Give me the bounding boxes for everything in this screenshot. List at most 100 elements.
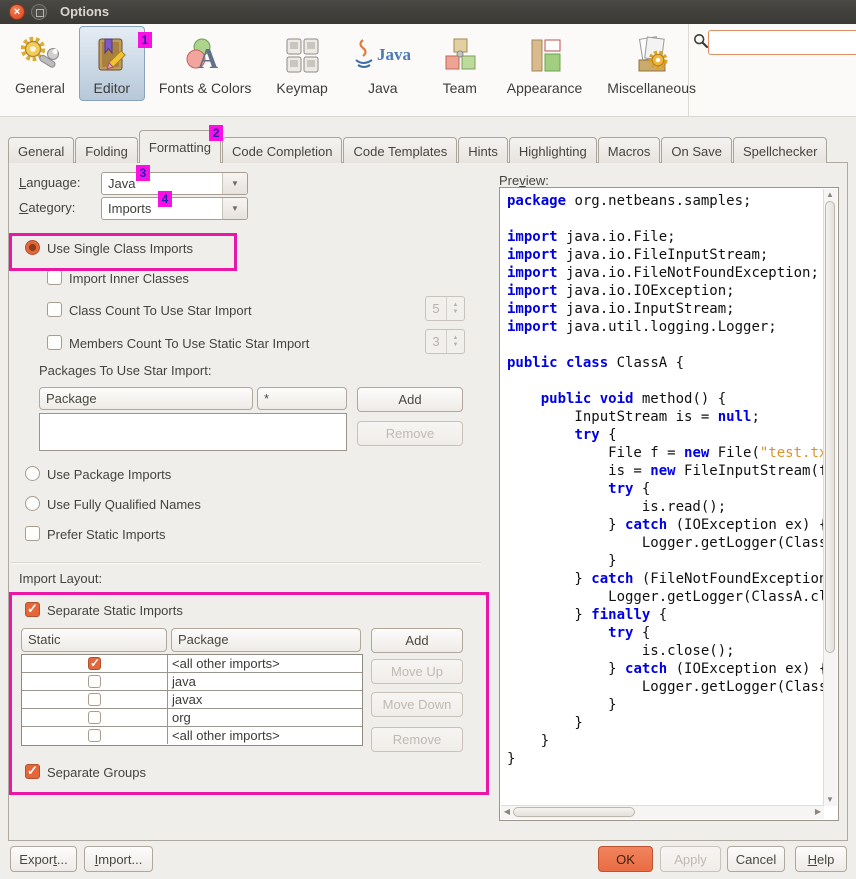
packages-remove-button[interactable]: Remove: [357, 421, 463, 446]
spinner-arrows-icon[interactable]: ▲▼: [446, 297, 464, 320]
use-single-class-imports-radio[interactable]: [25, 240, 40, 255]
tab-spellchecker[interactable]: Spellchecker: [733, 137, 827, 163]
tab-label: On Save: [671, 144, 722, 159]
package-cell: java: [168, 673, 362, 690]
layout-add-button[interactable]: Add: [371, 628, 463, 653]
layout-remove-button[interactable]: Remove: [371, 727, 463, 752]
vertical-scrollbar[interactable]: ▲ ▼: [823, 189, 837, 806]
toolbar-item-label: Keymap: [276, 80, 327, 96]
tab-label: Folding: [85, 144, 128, 159]
appearance-icon: [523, 33, 567, 79]
export-button[interactable]: Export...: [10, 846, 77, 872]
vertical-scrollbar-thumb[interactable]: [825, 201, 835, 653]
language-select[interactable]: Java ▼: [101, 172, 248, 195]
scroll-right-icon[interactable]: ▶: [812, 806, 824, 818]
svg-text:Java: Java: [377, 45, 412, 64]
class-count-checkbox[interactable]: [47, 302, 62, 317]
row-static-checkbox[interactable]: [88, 711, 101, 724]
preview-label: Preview:: [499, 173, 549, 188]
tab-macros[interactable]: Macros: [598, 137, 661, 163]
table-row[interactable]: <all other imports>: [22, 655, 362, 673]
scroll-up-icon[interactable]: ▲: [824, 189, 836, 201]
separate-static-imports-checkbox[interactable]: [25, 602, 40, 617]
code-line: try {: [507, 624, 824, 642]
import-inner-classes-checkbox[interactable]: [47, 270, 62, 285]
import-inner-classes-label: Import Inner Classes: [69, 271, 189, 286]
tab-highlighting[interactable]: Highlighting: [509, 137, 597, 163]
static-column-header[interactable]: Static: [21, 628, 167, 652]
members-count-checkbox[interactable]: [47, 335, 62, 350]
tab-label: Highlighting: [519, 144, 587, 159]
move-up-button[interactable]: Move Up: [371, 659, 463, 684]
search-input[interactable]: [708, 30, 856, 55]
window-close-button[interactable]: ×: [9, 4, 25, 20]
row-static-checkbox[interactable]: [88, 675, 101, 688]
table-row[interactable]: org: [22, 709, 362, 727]
import-button[interactable]: Import...: [84, 846, 153, 872]
star-column-header[interactable]: *: [257, 387, 347, 410]
package-column-header[interactable]: Package: [171, 628, 361, 652]
chevron-down-icon: ▼: [222, 173, 247, 194]
code-line: import java.io.InputStream;: [507, 300, 824, 318]
tab-code-completion[interactable]: Code Completion: [222, 137, 342, 163]
table-row[interactable]: <all other imports>: [22, 727, 362, 744]
spinner-arrows-icon[interactable]: ▲▼: [446, 330, 464, 353]
horizontal-scrollbar[interactable]: ◀ ▶: [501, 805, 824, 819]
move-down-button[interactable]: Move Down: [371, 692, 463, 717]
team-icon: [438, 33, 482, 79]
use-fully-qualified-radio[interactable]: [25, 496, 40, 511]
scroll-down-icon[interactable]: ▼: [824, 794, 836, 806]
members-count-spinner[interactable]: 3 ▲▼: [425, 329, 465, 354]
code-line: }: [507, 714, 824, 732]
import-layout-label: Import Layout:: [19, 571, 102, 586]
apply-button[interactable]: Apply: [660, 846, 721, 872]
options-dialog: × Options GeneralEditor1AFonts & ColorsK…: [0, 0, 856, 879]
table-row[interactable]: javax: [22, 691, 362, 709]
use-single-class-imports-label: Use Single Class Imports: [47, 241, 193, 256]
preview-code: package org.netbeans.samples; import jav…: [501, 189, 824, 806]
tab-hints[interactable]: Hints: [458, 137, 508, 163]
tab-folding[interactable]: Folding: [75, 137, 138, 163]
static-cell: [22, 655, 168, 672]
code-line: Logger.getLogger(ClassA.class.getName())…: [507, 534, 824, 552]
row-static-checkbox[interactable]: [88, 657, 101, 670]
ok-button[interactable]: OK: [598, 846, 653, 872]
toolbar-item-appearance[interactable]: Appearance: [496, 26, 594, 101]
toolbar-item-fonts-colors[interactable]: AFonts & Colors: [148, 26, 263, 101]
java-icon: Java: [353, 33, 413, 79]
separate-groups-checkbox[interactable]: [25, 764, 40, 779]
class-count-spinner[interactable]: 5 ▲▼: [425, 296, 465, 321]
category-select[interactable]: Imports ▼: [101, 197, 248, 220]
help-button[interactable]: Help: [795, 846, 847, 872]
toolbar-item-java[interactable]: JavaJava: [342, 26, 424, 101]
tab-formatting[interactable]: Formatting2: [139, 130, 221, 163]
toolbar-item-editor[interactable]: Editor1: [79, 26, 145, 101]
scroll-left-icon[interactable]: ◀: [501, 806, 513, 818]
toolbar-item-miscellaneous[interactable]: Miscellaneous: [596, 26, 707, 101]
code-line: is.close();: [507, 642, 824, 660]
use-package-imports-radio[interactable]: [25, 466, 40, 481]
row-static-checkbox[interactable]: [88, 729, 101, 742]
packages-star-list[interactable]: [39, 413, 347, 451]
toolbar-item-keymap[interactable]: Keymap: [265, 26, 338, 101]
tab-label: Formatting: [149, 140, 211, 155]
toolbar-item-general[interactable]: General: [4, 26, 76, 101]
class-count-value: 5: [426, 297, 446, 320]
tab-general[interactable]: General: [8, 137, 74, 163]
static-cell: [22, 709, 168, 726]
cancel-button[interactable]: Cancel: [727, 846, 785, 872]
packages-column-header[interactable]: Package: [39, 387, 253, 410]
toolbar-item-team[interactable]: Team: [427, 26, 493, 101]
prefer-static-imports-checkbox[interactable]: [25, 526, 40, 541]
tab-label: Spellchecker: [743, 144, 817, 159]
horizontal-scrollbar-thumb[interactable]: [513, 807, 635, 817]
code-line: import java.io.FileInputStream;: [507, 246, 824, 264]
packages-add-button[interactable]: Add: [357, 387, 463, 412]
tab-on-save[interactable]: On Save: [661, 137, 732, 163]
window-maximize-button[interactable]: [31, 4, 47, 20]
table-row[interactable]: java: [22, 673, 362, 691]
tab-code-templates[interactable]: Code Templates: [343, 137, 457, 163]
import-layout-table[interactable]: <all other imports>javajavaxorg<all othe…: [21, 654, 363, 746]
svg-text:A: A: [198, 44, 219, 75]
row-static-checkbox[interactable]: [88, 693, 101, 706]
